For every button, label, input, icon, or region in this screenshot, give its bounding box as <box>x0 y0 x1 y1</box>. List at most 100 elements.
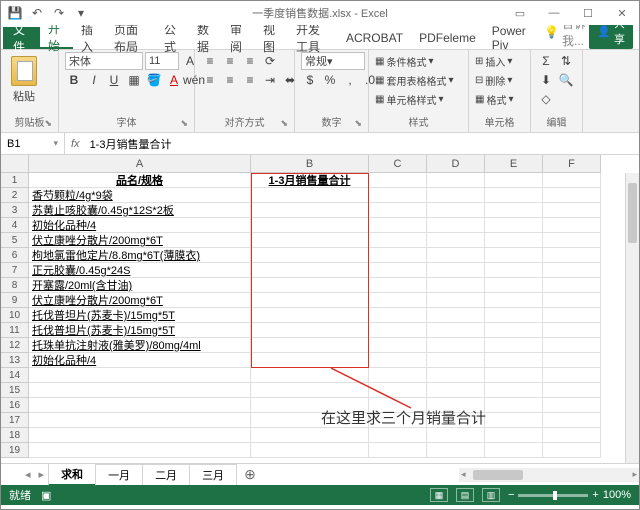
cell[interactable] <box>29 368 251 383</box>
col-header[interactable]: C <box>369 155 427 173</box>
row-header[interactable]: 5 <box>1 233 29 248</box>
cell[interactable] <box>427 248 485 263</box>
cell[interactable]: 1-3月销售量合计 <box>251 173 369 188</box>
col-header[interactable]: B <box>251 155 369 173</box>
cell[interactable] <box>485 428 543 443</box>
cell[interactable] <box>485 338 543 353</box>
cell[interactable] <box>543 188 601 203</box>
cell[interactable] <box>369 278 427 293</box>
zoom-slider[interactable] <box>518 494 588 497</box>
align-middle-icon[interactable]: ≡ <box>221 52 239 70</box>
cell[interactable] <box>427 173 485 188</box>
cell[interactable] <box>427 323 485 338</box>
cell[interactable] <box>543 413 601 428</box>
row-header[interactable]: 1 <box>1 173 29 188</box>
cell[interactable] <box>427 428 485 443</box>
page-break-view-icon[interactable]: ▥ <box>482 488 500 502</box>
font-name-combo[interactable]: 宋体 <box>65 52 143 70</box>
cell[interactable] <box>485 353 543 368</box>
tab-home[interactable]: 开始 <box>40 27 73 49</box>
cell[interactable] <box>251 218 369 233</box>
tab-pdf[interactable]: PDFeleme <box>411 27 484 49</box>
cell[interactable] <box>485 383 543 398</box>
autosum-icon[interactable]: Σ <box>537 52 555 70</box>
fill-color-icon[interactable]: 🪣 <box>145 71 163 89</box>
cell[interactable] <box>251 188 369 203</box>
col-header[interactable]: A <box>29 155 251 173</box>
cell[interactable]: 正元胶囊/0.45g*24S <box>29 263 251 278</box>
cell[interactable] <box>369 323 427 338</box>
vertical-scrollbar[interactable] <box>625 173 639 463</box>
row-header[interactable]: 4 <box>1 218 29 233</box>
row-header[interactable]: 9 <box>1 293 29 308</box>
cell[interactable] <box>485 248 543 263</box>
row-header[interactable]: 2 <box>1 188 29 203</box>
clear-icon[interactable]: ◇ <box>537 90 555 108</box>
zoom-in-icon[interactable]: + <box>592 489 598 501</box>
row-header[interactable]: 6 <box>1 248 29 263</box>
row-header[interactable]: 13 <box>1 353 29 368</box>
cell[interactable] <box>369 443 427 458</box>
sheet-tab[interactable]: 一月 <box>95 464 143 485</box>
sheet-tab[interactable]: 三月 <box>189 464 237 485</box>
cell[interactable] <box>543 368 601 383</box>
cell[interactable] <box>543 233 601 248</box>
cell[interactable] <box>251 233 369 248</box>
cell[interactable] <box>369 338 427 353</box>
cell[interactable] <box>485 413 543 428</box>
cell[interactable] <box>543 293 601 308</box>
minimize-icon[interactable]: — <box>537 1 571 25</box>
cell[interactable] <box>427 338 485 353</box>
cell[interactable] <box>543 308 601 323</box>
paste-button[interactable]: 粘贴 <box>7 52 41 104</box>
cell[interactable] <box>485 203 543 218</box>
cell[interactable] <box>251 353 369 368</box>
dialog-launcher-icon[interactable]: ⬊ <box>180 118 188 129</box>
dialog-launcher-icon[interactable]: ⬊ <box>280 118 288 129</box>
cell[interactable] <box>369 203 427 218</box>
cell[interactable] <box>29 443 251 458</box>
row-header[interactable]: 17 <box>1 413 29 428</box>
close-icon[interactable]: ✕ <box>605 1 639 25</box>
undo-icon[interactable]: ↶ <box>29 5 45 21</box>
cell[interactable] <box>427 203 485 218</box>
zoom-control[interactable]: − + 100% <box>508 489 631 501</box>
cell[interactable]: 香芍颗粒/4g*9袋 <box>29 188 251 203</box>
zoom-level[interactable]: 100% <box>603 489 631 501</box>
row-header[interactable]: 3 <box>1 203 29 218</box>
cell[interactable] <box>543 173 601 188</box>
cell[interactable] <box>251 338 369 353</box>
sheet-nav-next-icon[interactable]: ▸ <box>35 468 49 481</box>
cell[interactable]: 伏立康唑分散片/200mg*6T <box>29 293 251 308</box>
horizontal-scrollbar[interactable]: ◂▸ <box>459 468 639 482</box>
cell[interactable]: 枸地氯雷他定片/8.8mg*6T(薄膜衣) <box>29 248 251 263</box>
tab-file[interactable]: 文件 <box>3 27 40 49</box>
row-header[interactable]: 15 <box>1 383 29 398</box>
cell[interactable] <box>251 428 369 443</box>
align-center-icon[interactable]: ≡ <box>221 71 239 89</box>
cell[interactable] <box>251 443 369 458</box>
cell[interactable]: 开塞露/20ml(含甘油) <box>29 278 251 293</box>
maximize-icon[interactable]: ☐ <box>571 1 605 25</box>
font-color-icon[interactable]: A <box>165 71 183 89</box>
cell[interactable] <box>251 323 369 338</box>
cell[interactable] <box>369 368 427 383</box>
cell[interactable] <box>543 278 601 293</box>
col-header[interactable]: E <box>485 155 543 173</box>
orientation-icon[interactable]: ⟳ <box>261 52 279 70</box>
border-icon[interactable]: ▦ <box>125 71 143 89</box>
insert-cells-button[interactable]: ⊞ 插入 ▾ <box>475 52 513 70</box>
italic-icon[interactable]: I <box>85 71 103 89</box>
qat-customize-icon[interactable]: ▾ <box>73 5 89 21</box>
align-top-icon[interactable]: ≡ <box>201 52 219 70</box>
cell[interactable] <box>485 218 543 233</box>
cell[interactable] <box>485 233 543 248</box>
sheet-nav-prev-icon[interactable]: ◂ <box>21 468 35 481</box>
comma-icon[interactable]: , <box>341 71 359 89</box>
tab-data[interactable]: 数据 <box>189 27 222 49</box>
cell-styles-button[interactable]: ▦ 单元格样式 ▾ <box>375 90 453 108</box>
cell[interactable] <box>427 368 485 383</box>
name-box[interactable]: B1▾ <box>1 133 65 155</box>
row-header[interactable]: 11 <box>1 323 29 338</box>
normal-view-icon[interactable]: ▦ <box>430 488 448 502</box>
